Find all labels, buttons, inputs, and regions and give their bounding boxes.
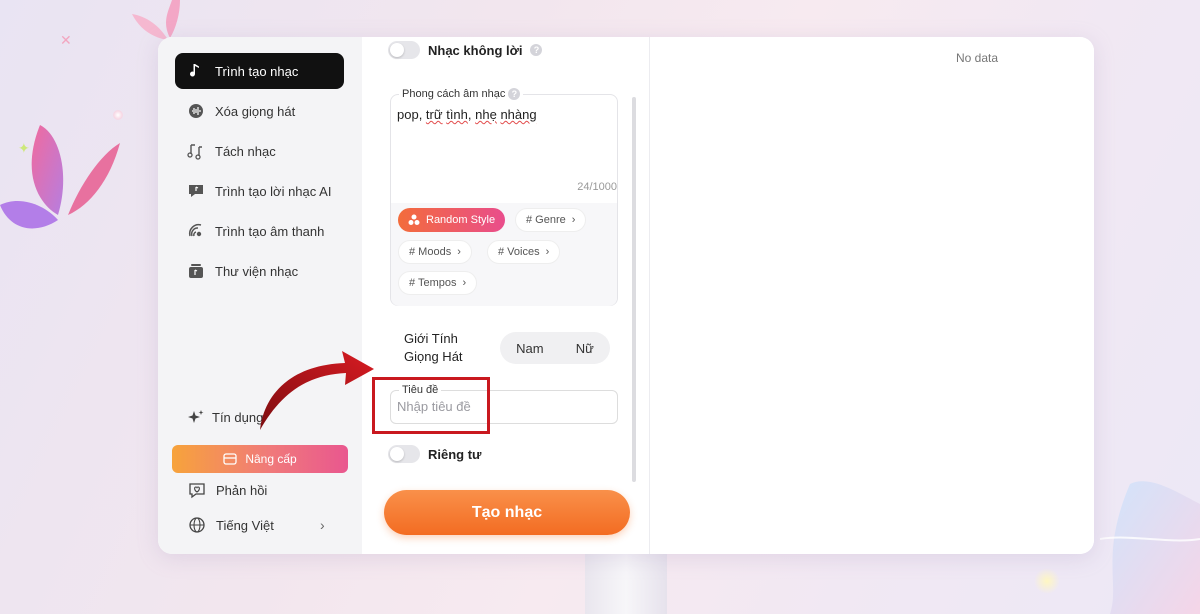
tempos-chip-label: # Tempos	[409, 277, 457, 289]
library-icon	[189, 264, 203, 278]
style-chips: Random Style # Genre › # Moods › # Voices ›…	[391, 203, 617, 306]
style-value-part: nhẹ	[475, 107, 497, 122]
sidebar-item-label: Trình tạo lời nhạc AI	[215, 183, 332, 199]
sidebar-item-ai-lyrics[interactable]: Trình tạo lời nhạc AI	[175, 173, 344, 209]
style-value-part: nhàng	[500, 107, 537, 122]
help-icon[interactable]: ?	[530, 44, 543, 56]
feedback-heart-icon	[189, 483, 205, 499]
private-row: Riêng tư	[388, 445, 481, 463]
moods-chip[interactable]: # Moods ›	[398, 240, 472, 264]
lyrics-icon	[189, 185, 203, 197]
chevron-right-icon: ›	[462, 277, 467, 289]
sidebar-item-label: Thư viện nhạc	[215, 263, 299, 279]
globe-icon	[189, 517, 205, 533]
gender-female-option[interactable]: Nữ	[576, 341, 594, 356]
style-label-text: Phong cách âm nhạc	[402, 88, 506, 100]
voices-chip[interactable]: # Voices ›	[487, 240, 561, 264]
instrumental-row: Nhạc không lời ?	[388, 41, 543, 59]
sidebar-item-label: Xóa giọng hát	[215, 103, 296, 119]
genre-chip-label: # Genre	[526, 214, 566, 226]
sidebar-item-label: Tách nhạc	[215, 143, 276, 159]
random-style-button[interactable]: Random Style	[398, 208, 506, 232]
sparkle-decoration-icon: ✕	[60, 32, 72, 48]
style-value: pop, trữ tình, nhẹ nhàng	[397, 107, 537, 122]
window-stand	[585, 554, 667, 614]
sidebar-item-music-library[interactable]: Thư viện nhạc	[175, 253, 344, 289]
language-selector[interactable]: Tiếng Việt	[188, 516, 274, 534]
sidebar: Trình tạo nhạc Xóa giọng hát Tách nhạc T…	[158, 37, 362, 554]
style-field-label: Phong cách âm nhạc ?	[399, 88, 524, 100]
vocal-gender-label: Giới Tính Giọng Hát	[404, 331, 463, 364]
annotation-highlight-box	[372, 377, 490, 434]
result-panel: No data	[650, 37, 1094, 554]
split-music-icon	[187, 144, 202, 160]
music-form: Nhạc không lời ? Phong cách âm nhạc ? po…	[362, 37, 650, 554]
chevron-right-icon: ›	[457, 246, 461, 258]
form-scrollbar[interactable]	[632, 97, 636, 482]
vocal-remove-icon	[189, 104, 203, 118]
sparkle-icon	[188, 410, 204, 423]
tempos-chip[interactable]: # Tempos ›	[398, 271, 478, 295]
glow-decoration	[1034, 568, 1060, 594]
sidebar-item-sound-creator[interactable]: Trình tạo âm thanh	[175, 213, 344, 249]
card-icon	[223, 453, 237, 465]
style-value-part: tình	[446, 107, 468, 122]
app-window: Trình tạo nhạc Xóa giọng hát Tách nhạc T…	[158, 37, 1094, 554]
chevron-right-icon: ›	[545, 246, 550, 258]
char-counter: 24/1000	[577, 181, 617, 193]
private-label: Riêng tư	[428, 446, 482, 462]
empty-state-text: No data	[956, 51, 999, 65]
flower-decoration-icon	[1099, 481, 1200, 614]
voices-chip-label: # Voices	[498, 246, 540, 258]
sidebar-item-label: Trình tạo âm thanh	[215, 223, 325, 239]
private-toggle[interactable]	[388, 445, 420, 463]
style-value-part: pop,	[397, 107, 426, 122]
sidebar-item-label: Trình tạo nhạc	[215, 63, 299, 79]
help-icon[interactable]: ?	[508, 88, 521, 100]
instrumental-label: Nhạc không lời	[428, 42, 523, 58]
upgrade-label: Nâng cấp	[245, 452, 297, 466]
sidebar-item-music-creator[interactable]: Trình tạo nhạc	[175, 53, 344, 89]
style-textarea[interactable]: Phong cách âm nhạc ? pop, trữ tình, nhẹ …	[390, 88, 618, 306]
vocal-gender-selector: Nam Nữ	[500, 332, 610, 364]
chevron-right-icon: ›	[320, 517, 325, 533]
butterfly-decoration-icon	[0, 125, 120, 229]
shapes-icon	[408, 214, 420, 225]
glow-decoration	[113, 110, 123, 120]
upgrade-button[interactable]: Nâng cấp	[172, 445, 348, 473]
feedback-label: Phản hồi	[216, 482, 268, 498]
feedback-link[interactable]: Phản hồi	[188, 481, 267, 499]
create-music-button[interactable]: Tạo nhạc	[384, 490, 630, 535]
style-value-part: trữ	[425, 107, 443, 122]
language-label: Tiếng Việt	[216, 517, 274, 533]
random-style-label: Random Style	[426, 214, 496, 226]
chevron-right-icon: ›	[571, 214, 576, 226]
sidebar-item-vocal-remover[interactable]: Xóa giọng hát	[175, 93, 344, 129]
music-note-icon	[190, 64, 199, 77]
genre-chip[interactable]: # Genre ›	[515, 208, 587, 232]
annotation-arrow-icon	[260, 351, 374, 430]
sidebar-item-stem-splitter[interactable]: Tách nhạc	[175, 133, 344, 169]
instrumental-toggle[interactable]	[388, 41, 420, 59]
gender-male-option[interactable]: Nam	[516, 341, 543, 356]
sparkle-decoration-icon: ✦	[18, 140, 30, 156]
moods-chip-label: # Moods	[409, 246, 452, 258]
sound-wave-icon	[188, 223, 202, 237]
